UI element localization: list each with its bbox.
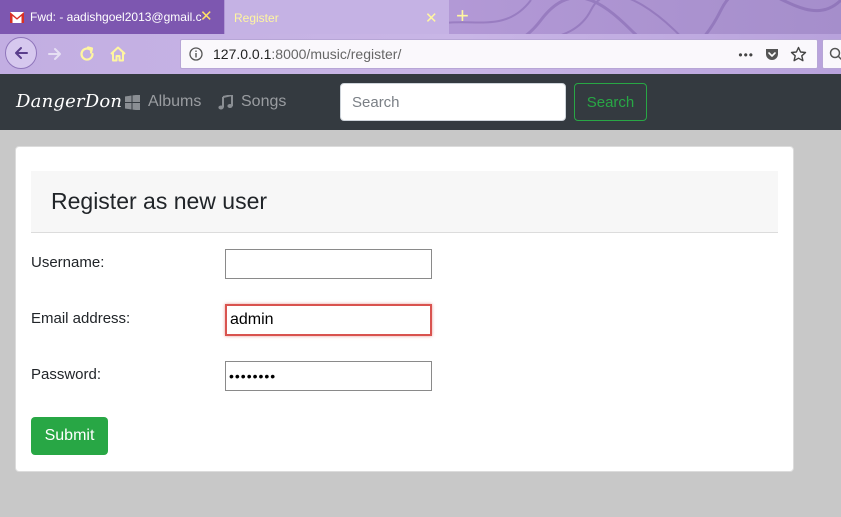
- search-icon: [829, 47, 841, 61]
- plus-icon[interactable]: +: [456, 5, 469, 27]
- page-title: Register as new user: [51, 188, 268, 214]
- reload-button[interactable]: [72, 39, 102, 69]
- pocket-icon[interactable]: [764, 47, 780, 63]
- browser-tab-bar: Fwd: - aadishgoel2013@gmail.c ✕ Register…: [0, 0, 841, 34]
- gmail-icon: [10, 11, 24, 23]
- forward-arrow-icon: [48, 48, 61, 60]
- forward-button[interactable]: [40, 39, 70, 69]
- email-field[interactable]: [225, 304, 432, 336]
- browser-toolbar: 127.0.0.1:8000/music/register/ •••: [0, 34, 841, 74]
- nav-albums[interactable]: Albums: [125, 93, 201, 111]
- card-header: Register as new user: [31, 171, 778, 233]
- nav-songs-label: Songs: [241, 93, 287, 110]
- reload-icon: [80, 46, 94, 61]
- home-icon: [110, 46, 126, 62]
- brand-logo[interactable]: DangerDon: [16, 91, 122, 112]
- username-label: Username:: [31, 254, 105, 271]
- tab-register[interactable]: Register ✕: [225, 0, 449, 34]
- tab-title: Register: [234, 11, 279, 25]
- grid-icon: [125, 94, 140, 110]
- url-actions: •••: [738, 46, 807, 63]
- tab-gmail[interactable]: Fwd: - aadishgoel2013@gmail.c ✕: [0, 0, 224, 34]
- nav-songs[interactable]: Songs: [218, 93, 286, 111]
- address-bar[interactable]: 127.0.0.1:8000/music/register/ •••: [180, 39, 818, 69]
- star-icon[interactable]: [790, 46, 807, 63]
- nav-albums-label: Albums: [148, 93, 202, 110]
- more-actions-icon[interactable]: •••: [738, 48, 754, 62]
- back-arrow-icon: [15, 47, 28, 59]
- username-field[interactable]: [225, 249, 432, 279]
- email-label: Email address:: [31, 310, 131, 327]
- url-path: :8000/music/register/: [271, 46, 402, 62]
- register-card: Register as new user Username: Email add…: [15, 146, 794, 472]
- back-button[interactable]: [5, 37, 37, 69]
- home-button[interactable]: [103, 39, 133, 69]
- submit-button[interactable]: Submit: [31, 417, 108, 455]
- theme-decoration: [421, 0, 841, 34]
- site-navbar: DangerDon Albums Songs Search: [0, 74, 841, 130]
- search-input[interactable]: [340, 83, 566, 121]
- music-note-icon: [218, 94, 233, 109]
- info-icon[interactable]: [189, 47, 203, 61]
- close-tab-icon[interactable]: ✕: [200, 9, 213, 24]
- password-field[interactable]: [225, 361, 432, 391]
- url-host: 127.0.0.1: [213, 46, 272, 62]
- close-tab-icon[interactable]: ✕: [425, 11, 438, 26]
- browser-search-box[interactable]: [822, 39, 841, 69]
- password-label: Password:: [31, 366, 102, 383]
- tab-title: Fwd: - aadishgoel2013@gmail.c: [30, 10, 202, 24]
- search-button[interactable]: Search: [574, 83, 647, 121]
